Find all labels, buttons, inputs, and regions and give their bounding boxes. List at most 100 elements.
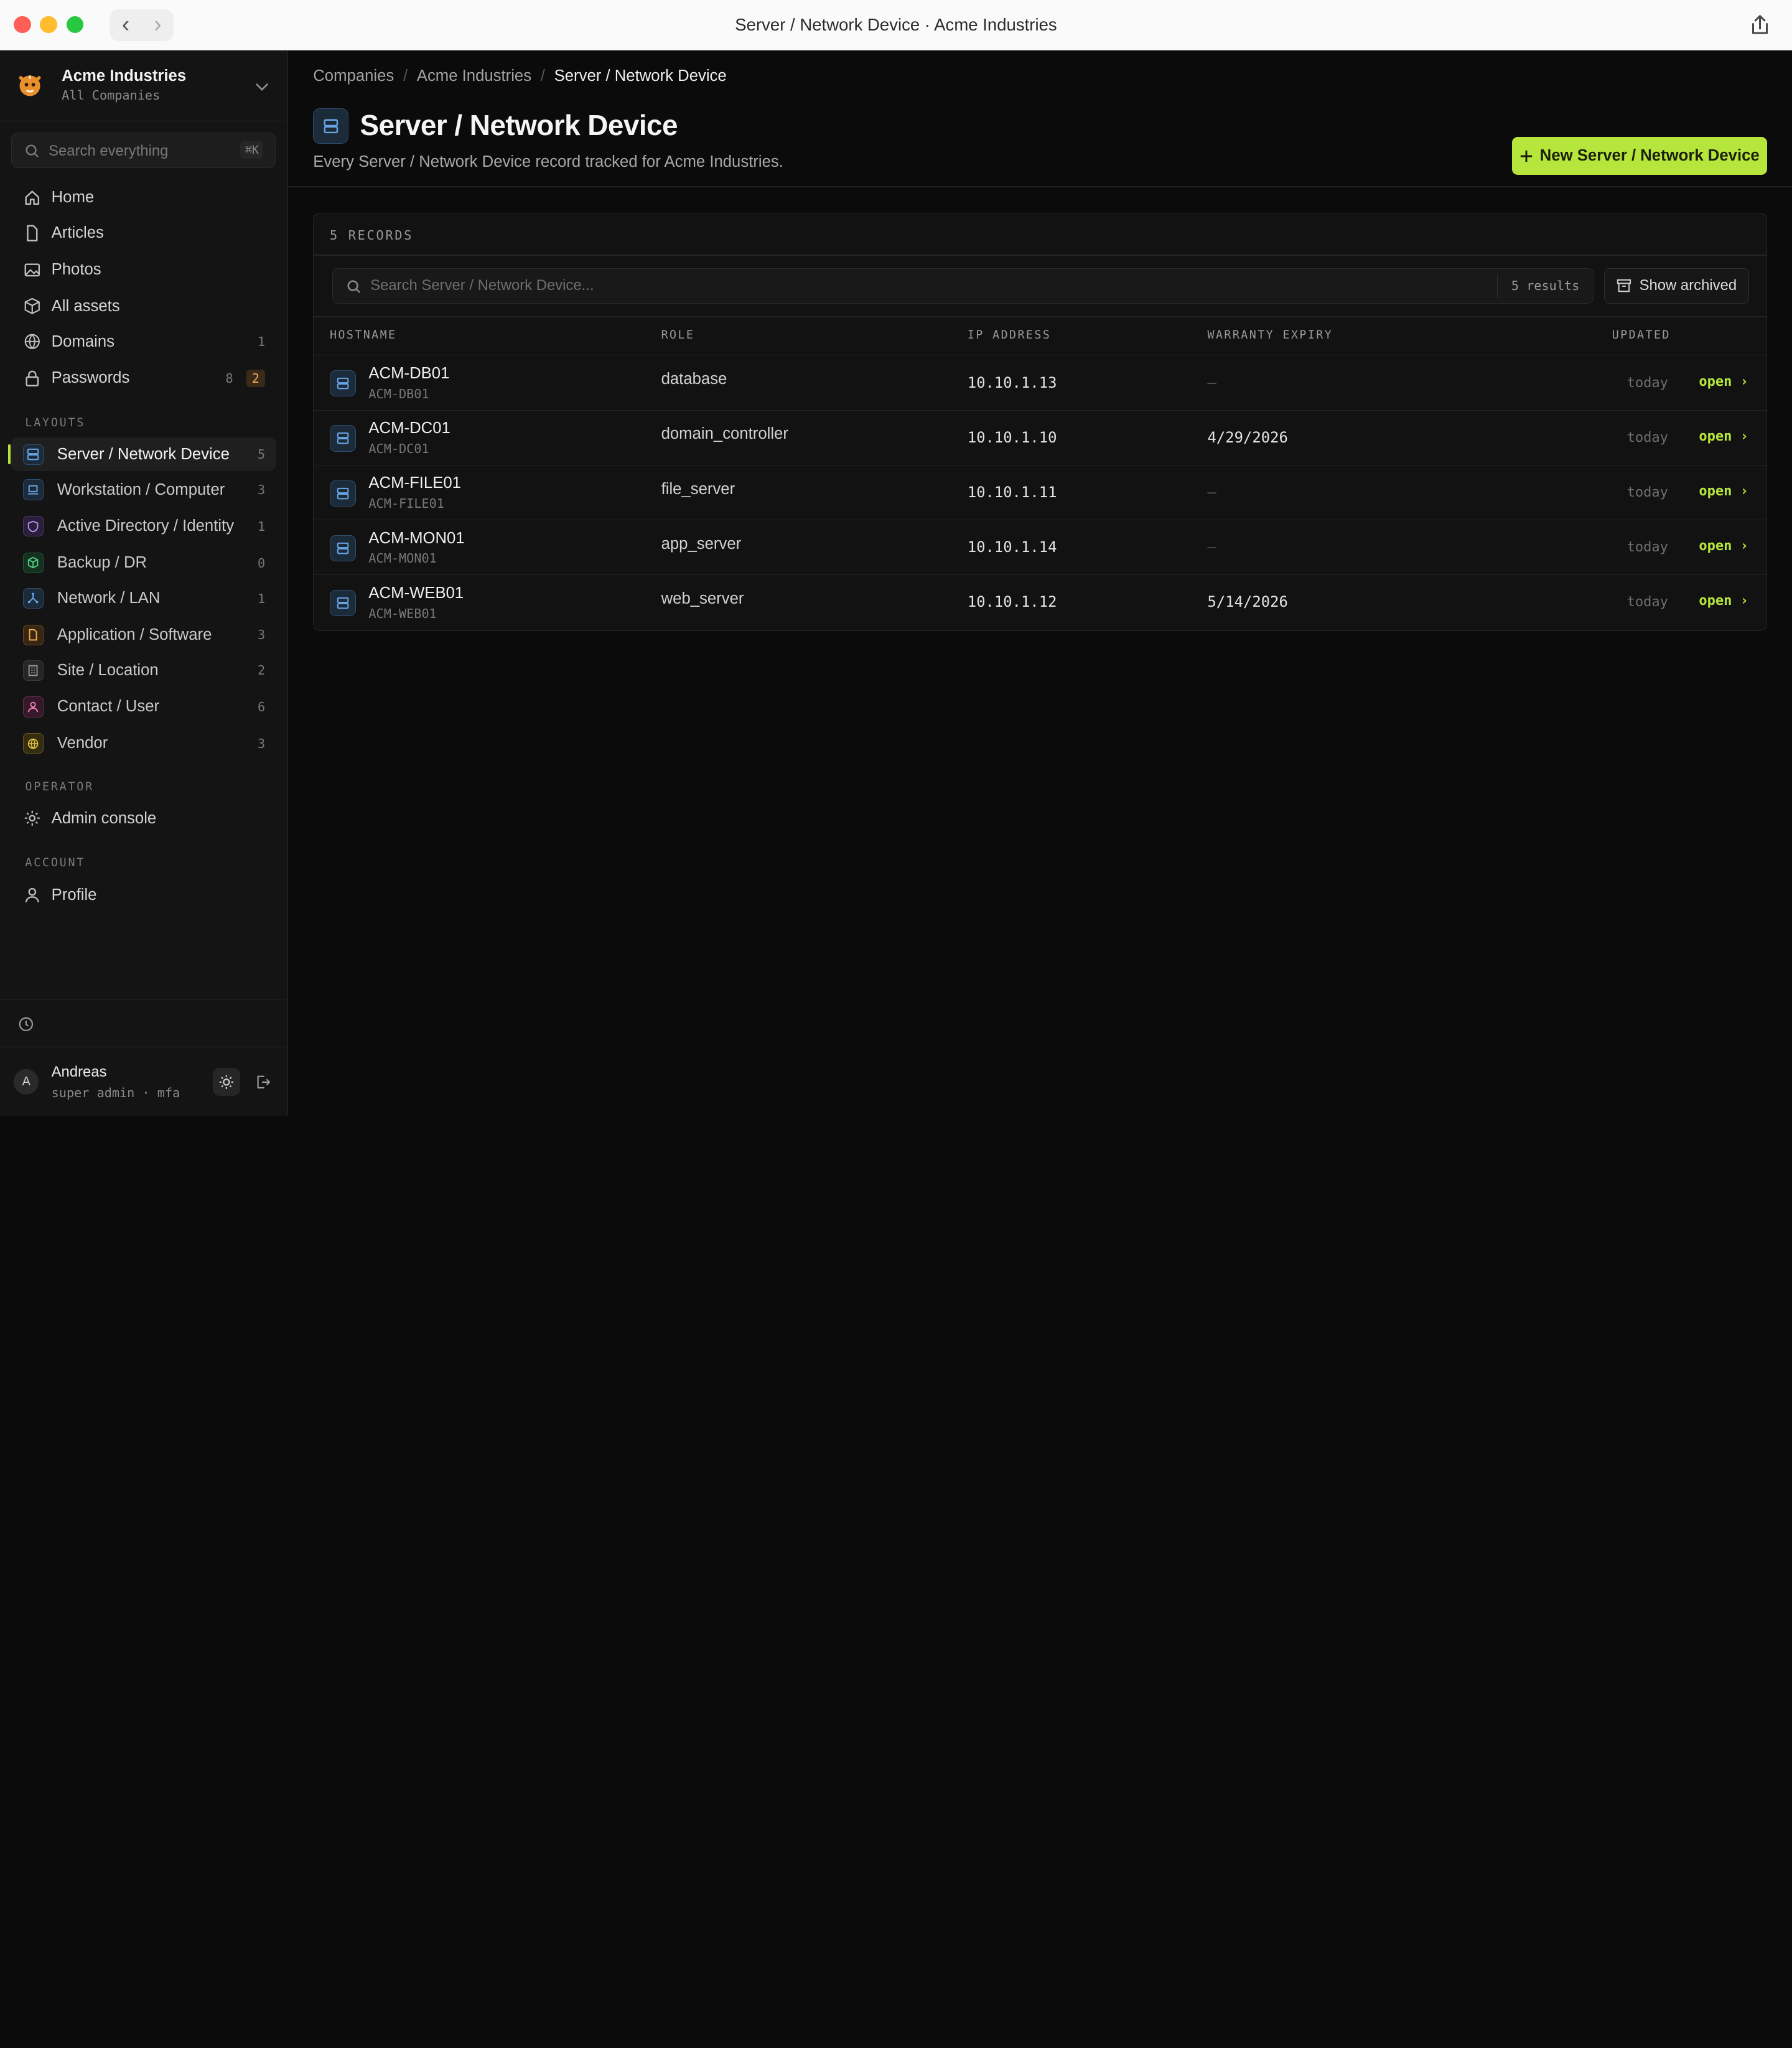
breadcrumb-separator: / bbox=[540, 67, 545, 85]
records-search-input[interactable]: Search Server / Network Device... 5 resu… bbox=[332, 268, 1594, 304]
layout-item-label: Server / Network Device bbox=[57, 445, 230, 463]
row-slug: ACM-DC01 bbox=[368, 441, 429, 457]
user-role: super admin · mfa bbox=[51, 1085, 180, 1101]
nav-item-domains[interactable]: Domains 1 bbox=[11, 325, 276, 357]
layout-item-workstation-computer[interactable]: Workstation / Computer 3 bbox=[11, 473, 276, 506]
row-hostname[interactable]: ACM-FILE01 bbox=[368, 474, 461, 492]
page-description: Every Server / Network Device record tra… bbox=[313, 153, 783, 171]
layout-item-label: Network / LAN bbox=[57, 589, 161, 607]
nav-item-label: Domains bbox=[51, 332, 115, 350]
network-icon bbox=[22, 587, 44, 609]
page-title: Server / Network Device bbox=[360, 109, 678, 142]
records-search-placeholder: Search Server / Network Device... bbox=[370, 276, 594, 294]
section-label-operator: OPERATOR bbox=[25, 780, 94, 794]
theme-toggle-icon[interactable] bbox=[212, 1068, 240, 1096]
row-hostname[interactable]: ACM-DC01 bbox=[368, 419, 450, 437]
table-row[interactable]: ACM-MON01 ACM-MON01 app_server 10.10.1.1… bbox=[314, 519, 1766, 574]
globe-icon bbox=[23, 332, 41, 350]
column-header-hostname[interactable]: HOSTNAME bbox=[330, 329, 397, 342]
row-slug: ACM-FILE01 bbox=[368, 496, 444, 512]
row-ip: 10.10.1.12 bbox=[967, 593, 1057, 611]
home-icon bbox=[23, 189, 41, 207]
table-row[interactable]: ACM-FILE01 ACM-FILE01 file_server 10.10.… bbox=[314, 464, 1766, 520]
row-warranty: 4/29/2026 bbox=[1207, 428, 1288, 446]
layout-item-label: Vendor bbox=[57, 734, 108, 752]
window-title: Server / Network Device · Acme Industrie… bbox=[735, 14, 1057, 34]
row-open-link[interactable]: open › bbox=[1699, 429, 1748, 444]
results-count: 5 results bbox=[1496, 274, 1593, 297]
row-hostname[interactable]: ACM-MON01 bbox=[368, 530, 464, 548]
layout-item-backup-dr[interactable]: Backup / DR 0 bbox=[11, 546, 276, 579]
server-icon bbox=[329, 480, 357, 507]
column-header-updated[interactable]: UPDATED bbox=[1612, 329, 1671, 342]
layout-item-count: 3 bbox=[257, 736, 266, 751]
layout-item-count: 6 bbox=[257, 699, 266, 714]
table-row[interactable]: ACM-WEB01 ACM-WEB01 web_server 10.10.1.1… bbox=[314, 574, 1766, 629]
row-open-link[interactable]: open › bbox=[1699, 484, 1748, 499]
row-open-link[interactable]: open › bbox=[1699, 538, 1748, 554]
section-label-layouts: LAYOUTS bbox=[25, 416, 86, 429]
nav-item-admin-console[interactable]: Admin console bbox=[11, 802, 276, 834]
layout-item-site-location[interactable]: Site / Location 2 bbox=[11, 654, 276, 687]
layout-item-count: 2 bbox=[257, 663, 266, 678]
nav-item-label: Profile bbox=[51, 886, 97, 904]
nav-item-all-assets[interactable]: All assets bbox=[11, 291, 276, 322]
share-icon[interactable] bbox=[1744, 9, 1776, 41]
row-hostname[interactable]: ACM-DB01 bbox=[368, 365, 449, 383]
layout-item-active-directory-identity[interactable]: Active Directory / Identity 1 bbox=[11, 510, 276, 543]
new-record-button-label: New Server / Network Device bbox=[1539, 147, 1760, 165]
row-updated: today bbox=[1626, 429, 1668, 446]
breadcrumb-companies[interactable]: Companies bbox=[313, 67, 394, 85]
new-record-button[interactable]: New Server / Network Device bbox=[1511, 137, 1767, 175]
user-icon bbox=[22, 696, 44, 718]
nav-item-label: Admin console bbox=[51, 809, 157, 827]
nav-item-label: Articles bbox=[51, 224, 104, 242]
row-hostname[interactable]: ACM-WEB01 bbox=[368, 584, 464, 602]
row-updated: today bbox=[1626, 375, 1668, 391]
layout-item-vendor[interactable]: Vendor 3 bbox=[11, 727, 276, 760]
row-slug: ACM-DB01 bbox=[368, 386, 429, 401]
layout-item-label: Site / Location bbox=[57, 661, 159, 679]
layout-item-count: 1 bbox=[257, 591, 266, 606]
column-header-ip-address[interactable]: IP ADDRESS bbox=[968, 329, 1051, 342]
clock-icon[interactable] bbox=[18, 1016, 34, 1037]
server-icon bbox=[329, 425, 357, 452]
user-name: Andreas bbox=[51, 1064, 107, 1081]
search-shortcut: ⌘K bbox=[240, 141, 264, 159]
search-placeholder: Search everything bbox=[49, 142, 169, 159]
nav-item-photos[interactable]: Photos bbox=[11, 254, 276, 286]
nav-item-profile[interactable]: Profile bbox=[11, 879, 276, 910]
nav-item-home[interactable]: Home bbox=[11, 182, 276, 213]
logout-icon[interactable] bbox=[249, 1068, 276, 1095]
row-role: domain_controller bbox=[661, 425, 788, 443]
row-open-link[interactable]: open › bbox=[1699, 374, 1748, 390]
row-ip: 10.10.1.11 bbox=[967, 484, 1057, 502]
column-header-role[interactable]: ROLE bbox=[661, 329, 695, 342]
avatar[interactable]: A bbox=[14, 1069, 39, 1095]
nav-item-label: Home bbox=[51, 189, 95, 207]
building-icon bbox=[22, 660, 44, 681]
breadcrumb-company[interactable]: Acme Industries bbox=[417, 67, 531, 85]
row-ip: 10.10.1.13 bbox=[967, 373, 1057, 391]
column-header-warranty-expiry[interactable]: WARRANTY EXPIRY bbox=[1208, 329, 1333, 342]
layout-item-contact-user[interactable]: Contact / User 6 bbox=[11, 690, 276, 723]
nav-item-articles[interactable]: Articles bbox=[11, 217, 276, 249]
layout-item-server-network-device[interactable]: Server / Network Device 5 bbox=[7, 437, 277, 471]
layout-item-application-software[interactable]: Application / Software 3 bbox=[11, 619, 276, 652]
card-divider bbox=[314, 254, 1766, 256]
org-logo bbox=[16, 71, 44, 98]
table-row[interactable]: ACM-DB01 ACM-DB01 database 10.10.1.13 — … bbox=[314, 355, 1766, 409]
show-archived-button[interactable]: Show archived bbox=[1603, 268, 1750, 304]
layout-item-network-lan[interactable]: Network / LAN 1 bbox=[11, 582, 276, 615]
org-switcher[interactable]: Acme Industries All Companies bbox=[0, 50, 287, 121]
nav-item-label: All assets bbox=[51, 297, 120, 315]
layout-item-count: 0 bbox=[257, 555, 266, 571]
table-row[interactable]: ACM-DC01 ACM-DC01 domain_controller 10.1… bbox=[314, 409, 1766, 465]
nav-item-passwords[interactable]: Passwords 8 2 bbox=[11, 362, 276, 394]
card-divider bbox=[314, 316, 1766, 317]
row-ip: 10.10.1.14 bbox=[967, 538, 1057, 556]
global-search-input[interactable]: Search everything ⌘K bbox=[11, 133, 276, 168]
server-icon bbox=[329, 589, 357, 617]
file-icon bbox=[22, 624, 44, 645]
row-open-link[interactable]: open › bbox=[1699, 593, 1748, 609]
